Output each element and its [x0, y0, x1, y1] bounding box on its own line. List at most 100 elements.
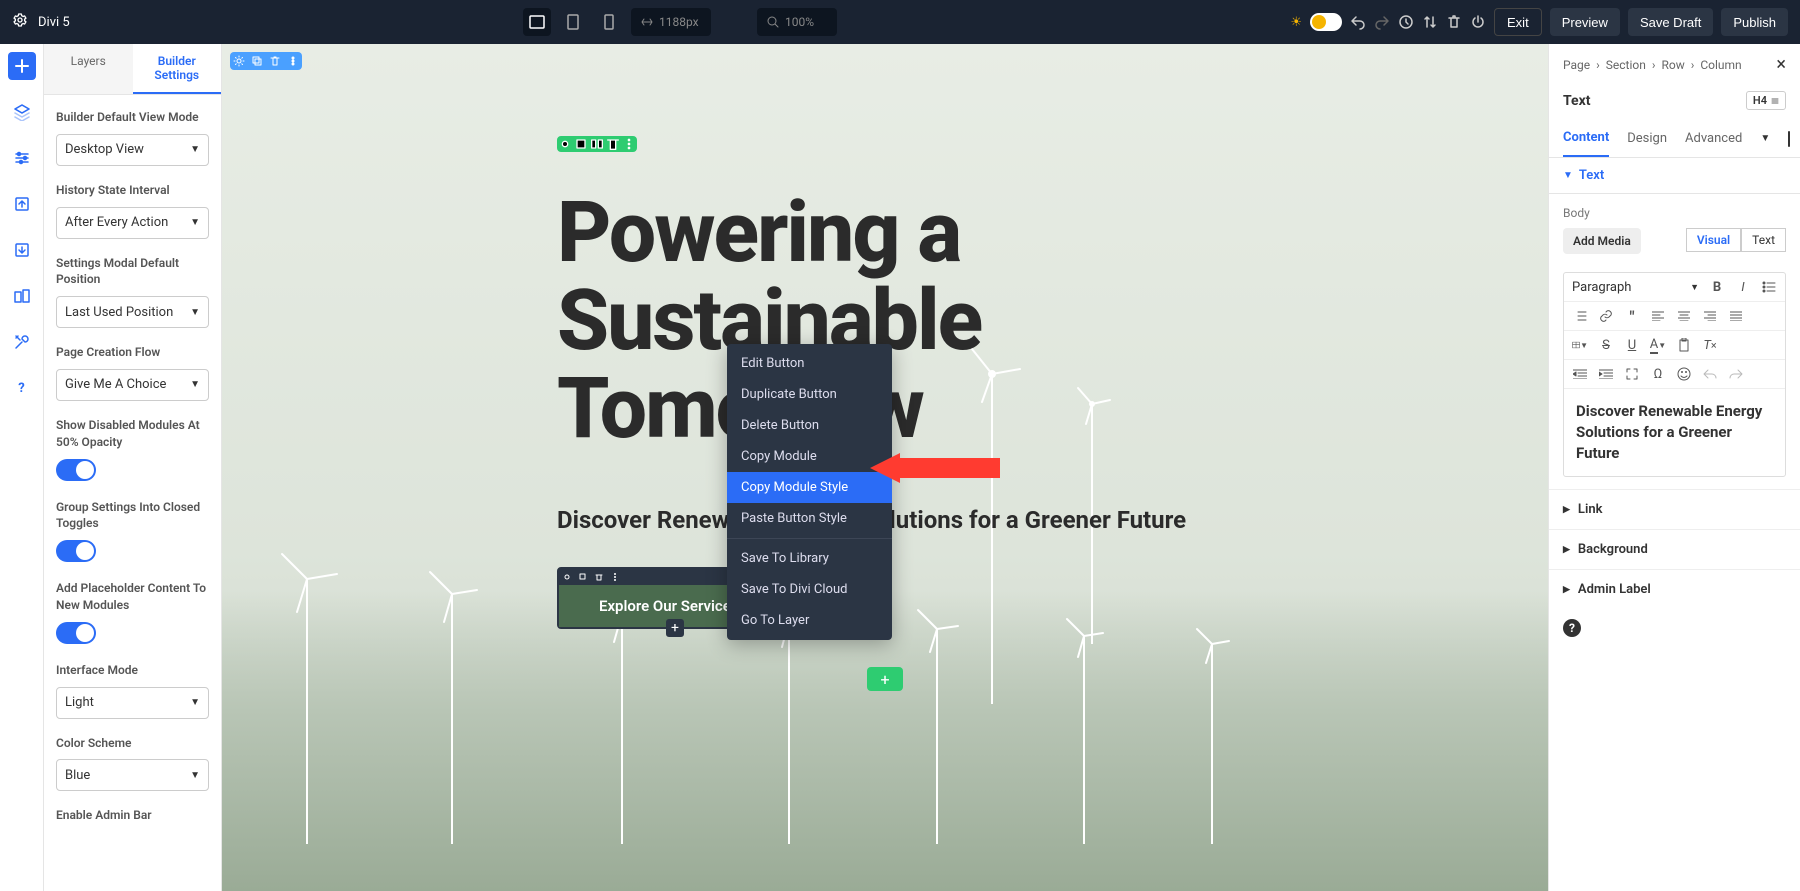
special-char-icon[interactable]: Ω	[1650, 366, 1666, 382]
theme-toggle[interactable]	[1310, 13, 1342, 31]
tab-builder-settings[interactable]: Builder Settings	[133, 44, 222, 94]
help-icon[interactable]: ?	[1563, 619, 1581, 637]
quote-icon[interactable]: "	[1624, 308, 1640, 324]
device-phone-button[interactable]	[595, 8, 623, 36]
section-toolbar[interactable]	[230, 52, 302, 70]
ctx-save-cloud[interactable]: Save To Divi Cloud	[727, 574, 892, 605]
gear-icon[interactable]	[12, 12, 28, 32]
underline-icon[interactable]: U	[1624, 337, 1640, 353]
history-interval-select[interactable]: After Every Action▼	[56, 207, 209, 239]
duplicate-icon[interactable]	[575, 569, 591, 585]
undo-editor-icon[interactable]	[1702, 366, 1718, 382]
modal-position-select[interactable]: Last Used Position▼	[56, 296, 209, 328]
align-center-icon[interactable]	[1676, 308, 1692, 324]
crumb-section[interactable]: Section	[1606, 58, 1646, 72]
bullet-list-icon[interactable]	[1761, 279, 1777, 295]
tab-layers[interactable]: Layers	[44, 44, 133, 94]
link-icon[interactable]	[1598, 308, 1614, 324]
interface-mode-select[interactable]: Light▼	[56, 687, 209, 719]
ctx-delete-button[interactable]: Delete Button	[727, 410, 892, 441]
layers-icon[interactable]	[8, 98, 36, 126]
strikethrough-icon[interactable]: S	[1598, 337, 1614, 353]
tab-content[interactable]: Content	[1563, 120, 1609, 157]
emoji-icon[interactable]	[1676, 366, 1692, 382]
device-desktop-button[interactable]	[523, 8, 551, 36]
crumb-page[interactable]: Page	[1563, 58, 1590, 72]
chevron-down-icon[interactable]: ▼	[1760, 133, 1770, 144]
ctx-go-to-layer[interactable]: Go To Layer	[727, 605, 892, 636]
ctx-save-library[interactable]: Save To Library	[727, 543, 892, 574]
export-icon[interactable]	[8, 190, 36, 218]
disabled-opacity-toggle[interactable]	[56, 459, 96, 481]
crumb-row[interactable]: Row	[1661, 58, 1684, 72]
canvas[interactable]: Powering a Sustainable Tomorrow Discover…	[222, 44, 1548, 891]
library-icon[interactable]	[8, 282, 36, 310]
heading-level-badge[interactable]: H4	[1746, 91, 1786, 110]
add-button[interactable]	[8, 52, 36, 80]
import-icon[interactable]	[8, 236, 36, 264]
publish-button[interactable]: Publish	[1721, 8, 1788, 36]
group-toggles-toggle[interactable]	[56, 540, 96, 562]
color-scheme-select[interactable]: Blue▼	[56, 759, 209, 791]
row-toolbar[interactable]	[557, 136, 637, 152]
tools-icon[interactable]	[8, 328, 36, 356]
toggle-text[interactable]: ▼Text	[1563, 168, 1786, 183]
more-icon[interactable]	[284, 52, 302, 70]
fullscreen-icon[interactable]	[1624, 366, 1640, 382]
sort-icon[interactable]	[1422, 14, 1438, 30]
tab-design[interactable]: Design	[1627, 121, 1667, 156]
clear-format-icon[interactable]: T×	[1702, 337, 1718, 353]
zoom-field[interactable]: 100%	[757, 8, 837, 36]
undo-icon[interactable]	[1350, 14, 1366, 30]
ctx-duplicate-button[interactable]: Duplicate Button	[727, 379, 892, 410]
trash-icon[interactable]	[605, 136, 621, 152]
paste-icon[interactable]	[1676, 337, 1692, 353]
toggle-link[interactable]: ▶Link	[1549, 489, 1800, 529]
gear-icon[interactable]	[557, 136, 573, 152]
placeholder-content-toggle[interactable]	[56, 622, 96, 644]
close-icon[interactable]: ×	[1776, 54, 1786, 75]
canvas-width-field[interactable]: 1188px	[631, 8, 711, 36]
power-icon[interactable]	[1470, 14, 1486, 30]
numbered-list-icon[interactable]	[1572, 308, 1588, 324]
align-left-icon[interactable]	[1650, 308, 1666, 324]
device-tablet-button[interactable]	[559, 8, 587, 36]
toggle-background[interactable]: ▶Background	[1549, 529, 1800, 569]
ctx-copy-module-style[interactable]: Copy Module Style	[727, 472, 892, 503]
ctx-copy-module[interactable]: Copy Module	[727, 441, 892, 472]
ctx-paste-button-style[interactable]: Paste Button Style	[727, 503, 892, 534]
trash-icon[interactable]	[1446, 14, 1462, 30]
preview-button[interactable]: Preview	[1550, 8, 1620, 36]
editor-content[interactable]: Discover Renewable Energy Solutions for …	[1564, 389, 1785, 476]
duplicate-icon[interactable]	[248, 52, 266, 70]
page-creation-select[interactable]: Give Me A Choice▼	[56, 369, 209, 401]
paragraph-select[interactable]: Paragraph▼	[1572, 280, 1699, 295]
history-icon[interactable]	[1398, 14, 1414, 30]
italic-icon[interactable]: I	[1735, 279, 1751, 295]
tab-advanced[interactable]: Advanced	[1685, 121, 1742, 156]
add-module-below[interactable]: +	[666, 619, 684, 637]
duplicate-icon[interactable]	[573, 136, 589, 152]
indent-icon[interactable]	[1572, 366, 1588, 382]
exit-button[interactable]: Exit	[1494, 8, 1542, 36]
add-section-button[interactable]: +	[867, 667, 903, 691]
ctx-edit-button[interactable]: Edit Button	[727, 348, 892, 379]
align-right-icon[interactable]	[1702, 308, 1718, 324]
gear-icon[interactable]	[230, 52, 248, 70]
redo-editor-icon[interactable]	[1728, 366, 1744, 382]
settings-rail-icon[interactable]	[8, 144, 36, 172]
columns-icon[interactable]	[589, 136, 605, 152]
crumb-column[interactable]: Column	[1700, 58, 1741, 72]
gear-icon[interactable]	[559, 569, 575, 585]
align-justify-icon[interactable]	[1728, 308, 1744, 324]
bold-icon[interactable]: B	[1709, 279, 1725, 295]
toggle-admin-label[interactable]: ▶Admin Label	[1549, 569, 1800, 609]
add-media-button[interactable]: Add Media	[1563, 228, 1641, 254]
responsive-icon[interactable]	[1788, 131, 1790, 147]
more-icon[interactable]	[607, 569, 623, 585]
table-icon[interactable]: ▼	[1572, 337, 1588, 353]
save-draft-button[interactable]: Save Draft	[1628, 8, 1713, 36]
redo-icon[interactable]	[1374, 14, 1390, 30]
default-view-select[interactable]: Desktop View▼	[56, 134, 209, 166]
visual-tab[interactable]: Visual	[1686, 228, 1741, 252]
